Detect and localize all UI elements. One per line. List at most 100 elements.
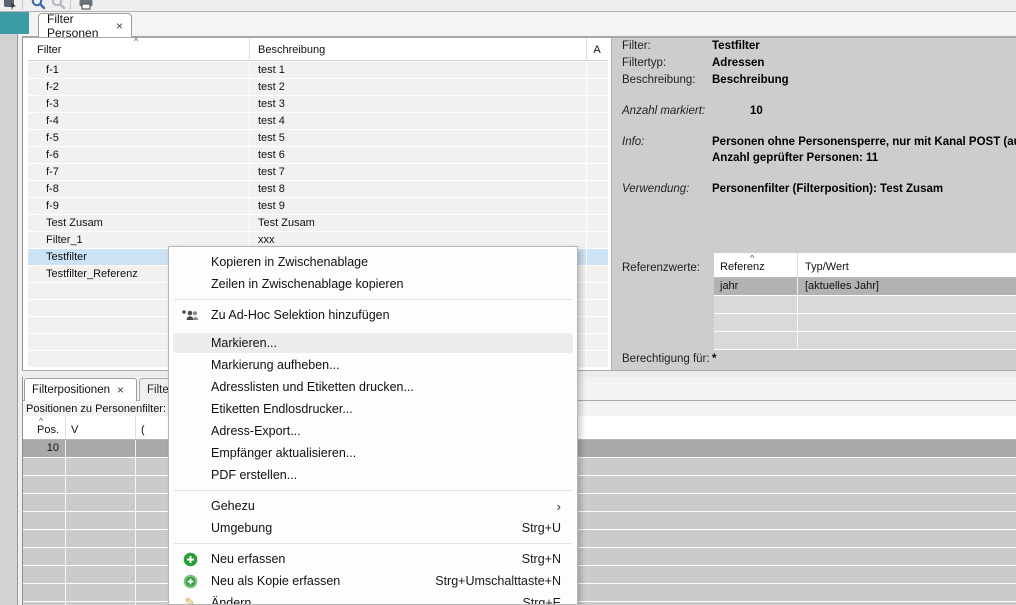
menu-item[interactable]: Gehezu › xyxy=(169,495,577,517)
close-icon[interactable]: × xyxy=(116,20,123,32)
detail-panel: Filter: Testfilter Filtertyp: Adressen B… xyxy=(611,38,1016,370)
tab-filterpositionen[interactable]: Filterpositionen × xyxy=(24,378,137,401)
reference-table-header[interactable]: ^ Referenz Typ/Wert xyxy=(714,253,1016,278)
menu-item-label: Empfänger aktualisieren... xyxy=(211,446,356,460)
menu-item-label: Etiketten Endlosdrucker... xyxy=(211,402,353,416)
table-row[interactable]: f-9 test 9 xyxy=(28,198,608,215)
menu-item-shortcut: Strg+N xyxy=(522,552,561,566)
column-header-beschreibung[interactable]: Beschreibung xyxy=(258,44,325,56)
menu-item[interactable]: Zeilen in Zwischenablage kopieren xyxy=(169,273,577,295)
close-icon[interactable]: × xyxy=(117,384,124,396)
column-divider[interactable] xyxy=(797,253,798,277)
toolbar-separator xyxy=(22,0,23,10)
submenu-arrow-icon: › xyxy=(557,500,561,513)
menu-item[interactable]: Markieren... xyxy=(169,332,577,354)
main-tabstrip xyxy=(0,12,1016,36)
tab-label: Filter Personen xyxy=(47,12,107,40)
menu-item[interactable]: Zu Ad-Hoc Selektion hinzufügen xyxy=(169,304,577,326)
table-row[interactable]: f-1test 1 xyxy=(28,62,608,79)
column-divider[interactable] xyxy=(586,38,587,61)
edit-pencil-icon: ✎ xyxy=(180,595,200,605)
menu-separator xyxy=(169,295,577,304)
cell-filter: f-5 xyxy=(46,130,59,146)
positions-caption: Positionen zu Personenfilter: T xyxy=(26,403,176,415)
cell-beschreibung: test 5 xyxy=(258,130,285,146)
menu-item-label: Zu Ad-Hoc Selektion hinzufügen xyxy=(211,308,390,322)
cell-filter: f-9 xyxy=(46,198,59,214)
menu-item-label: PDF erstellen... xyxy=(211,468,297,482)
filter-table-header[interactable]: ^ Filter Beschreibung A xyxy=(28,38,608,61)
cell-beschreibung: test 7 xyxy=(258,164,285,180)
tab-label: Filterpositionen xyxy=(32,384,110,396)
menu-item-shortcut: Strg+Umschalttaste+N xyxy=(435,574,561,588)
left-rail xyxy=(0,34,18,605)
column-header-paren[interactable]: ( xyxy=(141,424,145,436)
add-copy-icon xyxy=(180,573,200,589)
app-icon[interactable] xyxy=(2,0,18,10)
menu-item[interactable]: UmgebungStrg+U xyxy=(169,517,577,539)
menu-item-label: Markierung aufheben... xyxy=(211,358,340,372)
cell-filter: f-3 xyxy=(46,96,59,112)
column-divider[interactable] xyxy=(65,416,66,439)
cell-referenz: jahr xyxy=(720,278,738,295)
toolbar xyxy=(0,0,1016,12)
table-row-empty[interactable] xyxy=(714,332,1016,350)
table-row[interactable]: f-5 test 5 xyxy=(28,130,608,147)
menu-separator xyxy=(169,539,577,548)
menu-item-shortcut: Strg+E xyxy=(522,596,561,605)
cell-beschreibung: test 8 xyxy=(258,181,285,197)
menu-item[interactable]: Markierung aufheben... xyxy=(169,354,577,376)
tab-filter-personen[interactable]: Filter Personen × xyxy=(38,13,132,37)
table-row[interactable]: f-7test 7 xyxy=(28,164,608,181)
column-divider[interactable] xyxy=(249,38,250,61)
menu-item-label: Adresslisten und Etiketten drucken... xyxy=(211,380,414,394)
zoom-icon[interactable] xyxy=(50,0,66,10)
menu-item-label: Ändern xyxy=(211,596,251,605)
menu-item[interactable]: PDF erstellen... xyxy=(169,464,577,486)
menu-item[interactable]: ✎ Ändern Strg+E xyxy=(169,592,577,605)
menu-item-label: Adress-Export... xyxy=(211,424,301,438)
detail-field-info-line2: Anzahl geprüfter Personen: 11 xyxy=(612,151,1016,166)
menu-item[interactable]: Neu erfassenStrg+N xyxy=(169,548,577,570)
table-row[interactable]: jahr [aktuelles Jahr] xyxy=(714,278,1016,296)
cell-filter: Testfilter xyxy=(46,249,87,265)
context-menu: Kopieren in ZwischenablageZeilen in Zwis… xyxy=(168,246,578,605)
toolbar-separator xyxy=(70,0,71,10)
table-row-empty[interactable] xyxy=(714,314,1016,332)
column-divider[interactable] xyxy=(135,416,136,439)
menu-item[interactable]: Empfänger aktualisieren... xyxy=(169,442,577,464)
table-row-empty[interactable] xyxy=(714,296,1016,314)
table-row[interactable]: f-6test 6 xyxy=(28,147,608,164)
column-header-pos[interactable]: Pos. xyxy=(23,424,59,436)
detail-field-anzahl-markiert: Anzahl markiert: 10 xyxy=(612,104,1016,119)
cell-filter: f-2 xyxy=(46,79,59,95)
menu-item[interactable]: Adress-Export... xyxy=(169,420,577,442)
column-header-typ-wert[interactable]: Typ/Wert xyxy=(805,261,849,273)
column-header-v[interactable]: V xyxy=(71,424,78,436)
print-icon[interactable] xyxy=(78,0,94,10)
table-row[interactable]: Test ZusamTest Zusam xyxy=(28,215,608,232)
menu-item[interactable]: Adresslisten und Etiketten drucken... xyxy=(169,376,577,398)
column-header-referenz[interactable]: Referenz xyxy=(720,261,765,273)
column-header-a[interactable]: A xyxy=(586,44,608,56)
detail-field-beschreibung: Beschreibung: Beschreibung xyxy=(612,73,1016,88)
cell-typ-wert: [aktuelles Jahr] xyxy=(805,278,879,295)
search-icon[interactable] xyxy=(30,0,46,10)
reference-table-rows: jahr [aktuelles Jahr] xyxy=(714,278,1016,350)
menu-item-label: Umgebung xyxy=(211,521,272,535)
menu-item-label: Markieren... xyxy=(211,336,277,350)
cell-beschreibung: Test Zusam xyxy=(258,215,315,231)
menu-item[interactable]: Etiketten Endlosdrucker... xyxy=(169,398,577,420)
menu-item[interactable]: Neu als Kopie erfassenStrg+Umschalttaste… xyxy=(169,570,577,592)
table-row[interactable]: f-3test 3 xyxy=(28,96,608,113)
column-header-filter[interactable]: Filter xyxy=(37,44,61,56)
table-row[interactable]: f-2 test 2 xyxy=(28,79,608,96)
table-row[interactable]: f-8test 8 xyxy=(28,181,608,198)
cell-filter: Testfilter_Referenz xyxy=(46,266,138,282)
menu-item-label: Gehezu xyxy=(211,499,255,513)
table-row[interactable]: f-4test 4 xyxy=(28,113,608,130)
detail-field-filter: Filter: Testfilter xyxy=(612,39,1016,54)
cell-beschreibung: test 9 xyxy=(258,198,285,214)
cell-beschreibung: test 2 xyxy=(258,79,285,95)
menu-item[interactable]: Kopieren in Zwischenablage xyxy=(169,251,577,273)
